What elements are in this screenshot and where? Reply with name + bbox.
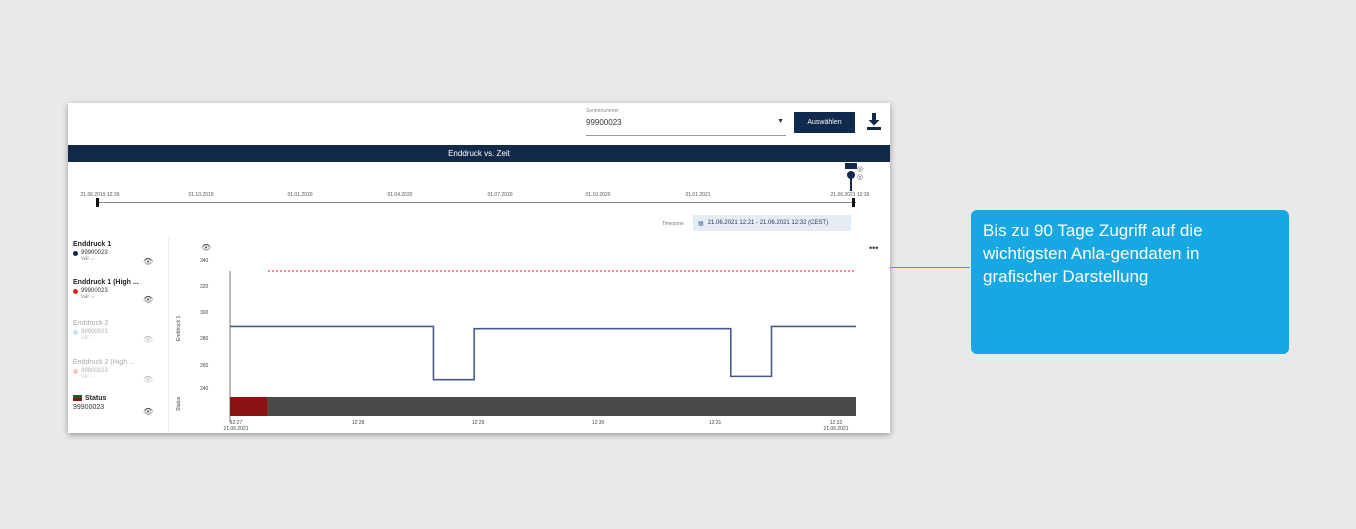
timeline-tick: 01.07.2020 [487,192,513,198]
x-tick-time: 12:30 [591,420,605,426]
dashboard-card: Seriennummer 99900023 ▼ Auswählen Enddru… [68,103,890,433]
status-segment [230,397,268,416]
slider-start-handle[interactable] [96,198,99,207]
eye-icon[interactable]: 👁 [143,295,153,304]
status-segment [267,397,856,416]
series-color-dot [73,368,78,374]
callout-text: Bis zu 90 Tage Zugriff auf die wichtigst… [983,221,1203,286]
date-range-field[interactable]: ▦ 21.06.2021 12:21 - 21.06.2021 12:32 (C… [693,215,851,231]
legend-item-enddruck-1-high[interactable]: Enddruck 1 (High ... 99900023 val ⌵ [73,279,139,301]
eye-icon[interactable]: 👁 [201,243,211,252]
callout-box: Bis zu 90 Tage Zugriff auf die wichtigst… [971,210,1289,354]
dropdown-caret-icon: ▼ [777,118,784,125]
serial-number-label: Seriennummer [586,108,619,114]
legend-title: Enddruck 1 (High ... [73,279,139,286]
time-range-slider[interactable]: 21.06.2019 12:39 01.10.2019 01.01.2020 0… [68,163,890,233]
chart-legend: Enddruck 1 99900023 val ⌵ 👁 Enddruck 1 (… [68,235,168,435]
timezone-label: Timezone [662,221,684,227]
eye-icon[interactable]: 👁 [143,407,153,416]
timeline-tick: 21.06.2019 12:39 [80,192,120,198]
legend-title: Status [85,395,107,402]
x-tick: 12:30 [592,420,605,426]
legend-item-enddruck-2-high[interactable]: Enddruck 2 (High ... 99900023 val ⌵ [73,359,135,381]
legend-sub: val [81,294,89,300]
legend-title: Enddruck 2 [73,320,109,327]
range-pin-icon[interactable] [845,163,857,193]
eye-icon[interactable]: 👁 [143,257,153,266]
series-color-dot [73,288,78,294]
x-tick: 12:31 [709,420,722,426]
legend-item-enddruck-2[interactable]: Enddruck 2 99900023 val ⌵ [73,320,108,342]
slider-track [96,202,856,203]
chart-title-bar: Enddruck vs. Zeit [68,145,890,162]
timeline-tick: 01.10.2019 [188,192,214,198]
x-tick-time: 12:29 [471,420,485,426]
series-color-dot [73,250,78,256]
x-tick: 12:32 21.06.2021 [823,420,848,432]
callout-connector [890,267,970,268]
legend-sub: val [81,374,89,380]
legend-item-status[interactable]: Status 99900023 [73,395,106,411]
legend-serial: 99900023 [73,404,105,411]
legend-sub: val [81,335,89,341]
zoom-controls-icon[interactable]: ◎ ◎ [857,166,863,182]
chart-title: Enddruck vs. Zeit [448,149,510,158]
slider-end-handle[interactable] [852,198,855,207]
timeline-tick: 01.10.2020 [585,192,611,198]
legend-item-enddruck-1[interactable]: Enddruck 1 99900023 val ⌵ [73,241,111,263]
series-line [230,325,856,381]
select-button[interactable]: Auswählen [794,112,855,133]
x-tick: 12:28 [352,420,365,426]
date-range-value: 21.06.2021 12:21 - 21.06.2021 12:32 (CES… [707,220,829,226]
series-color-dot [73,329,78,335]
status-color-icon [73,395,82,402]
x-tick-time: 12:28 [351,420,365,426]
timeline-tick: 01.04.2020 [387,192,413,198]
calendar-icon: ▦ [698,220,704,227]
top-bar: Seriennummer 99900023 ▼ Auswählen [68,103,890,143]
legend-sub: val [81,256,89,262]
x-tick-time: 12:31 [708,420,722,426]
timeline-tick: 01.01.2020 [287,192,313,198]
x-tick: 12:29 [472,420,485,426]
eye-off-icon[interactable]: 👁 [143,335,153,344]
eye-off-icon[interactable]: 👁 [143,375,153,384]
download-icon[interactable] [866,112,882,132]
serial-number-select[interactable]: Seriennummer 99900023 ▼ [586,108,786,136]
serial-number-value: 99900023 [586,118,622,127]
x-tick-date: 21.06.2021 [823,426,849,432]
timeline-tick: 01.01.2021 [685,192,711,198]
x-tick-date: 21.06.2021 [223,426,249,432]
legend-title: Enddruck 1 [73,241,112,248]
more-options-icon[interactable]: ••• [869,243,878,253]
line-chart [229,270,856,423]
x-tick: 12:27 21.06.2021 [223,420,248,432]
legend-title: Enddruck 2 (High ... [73,359,135,366]
